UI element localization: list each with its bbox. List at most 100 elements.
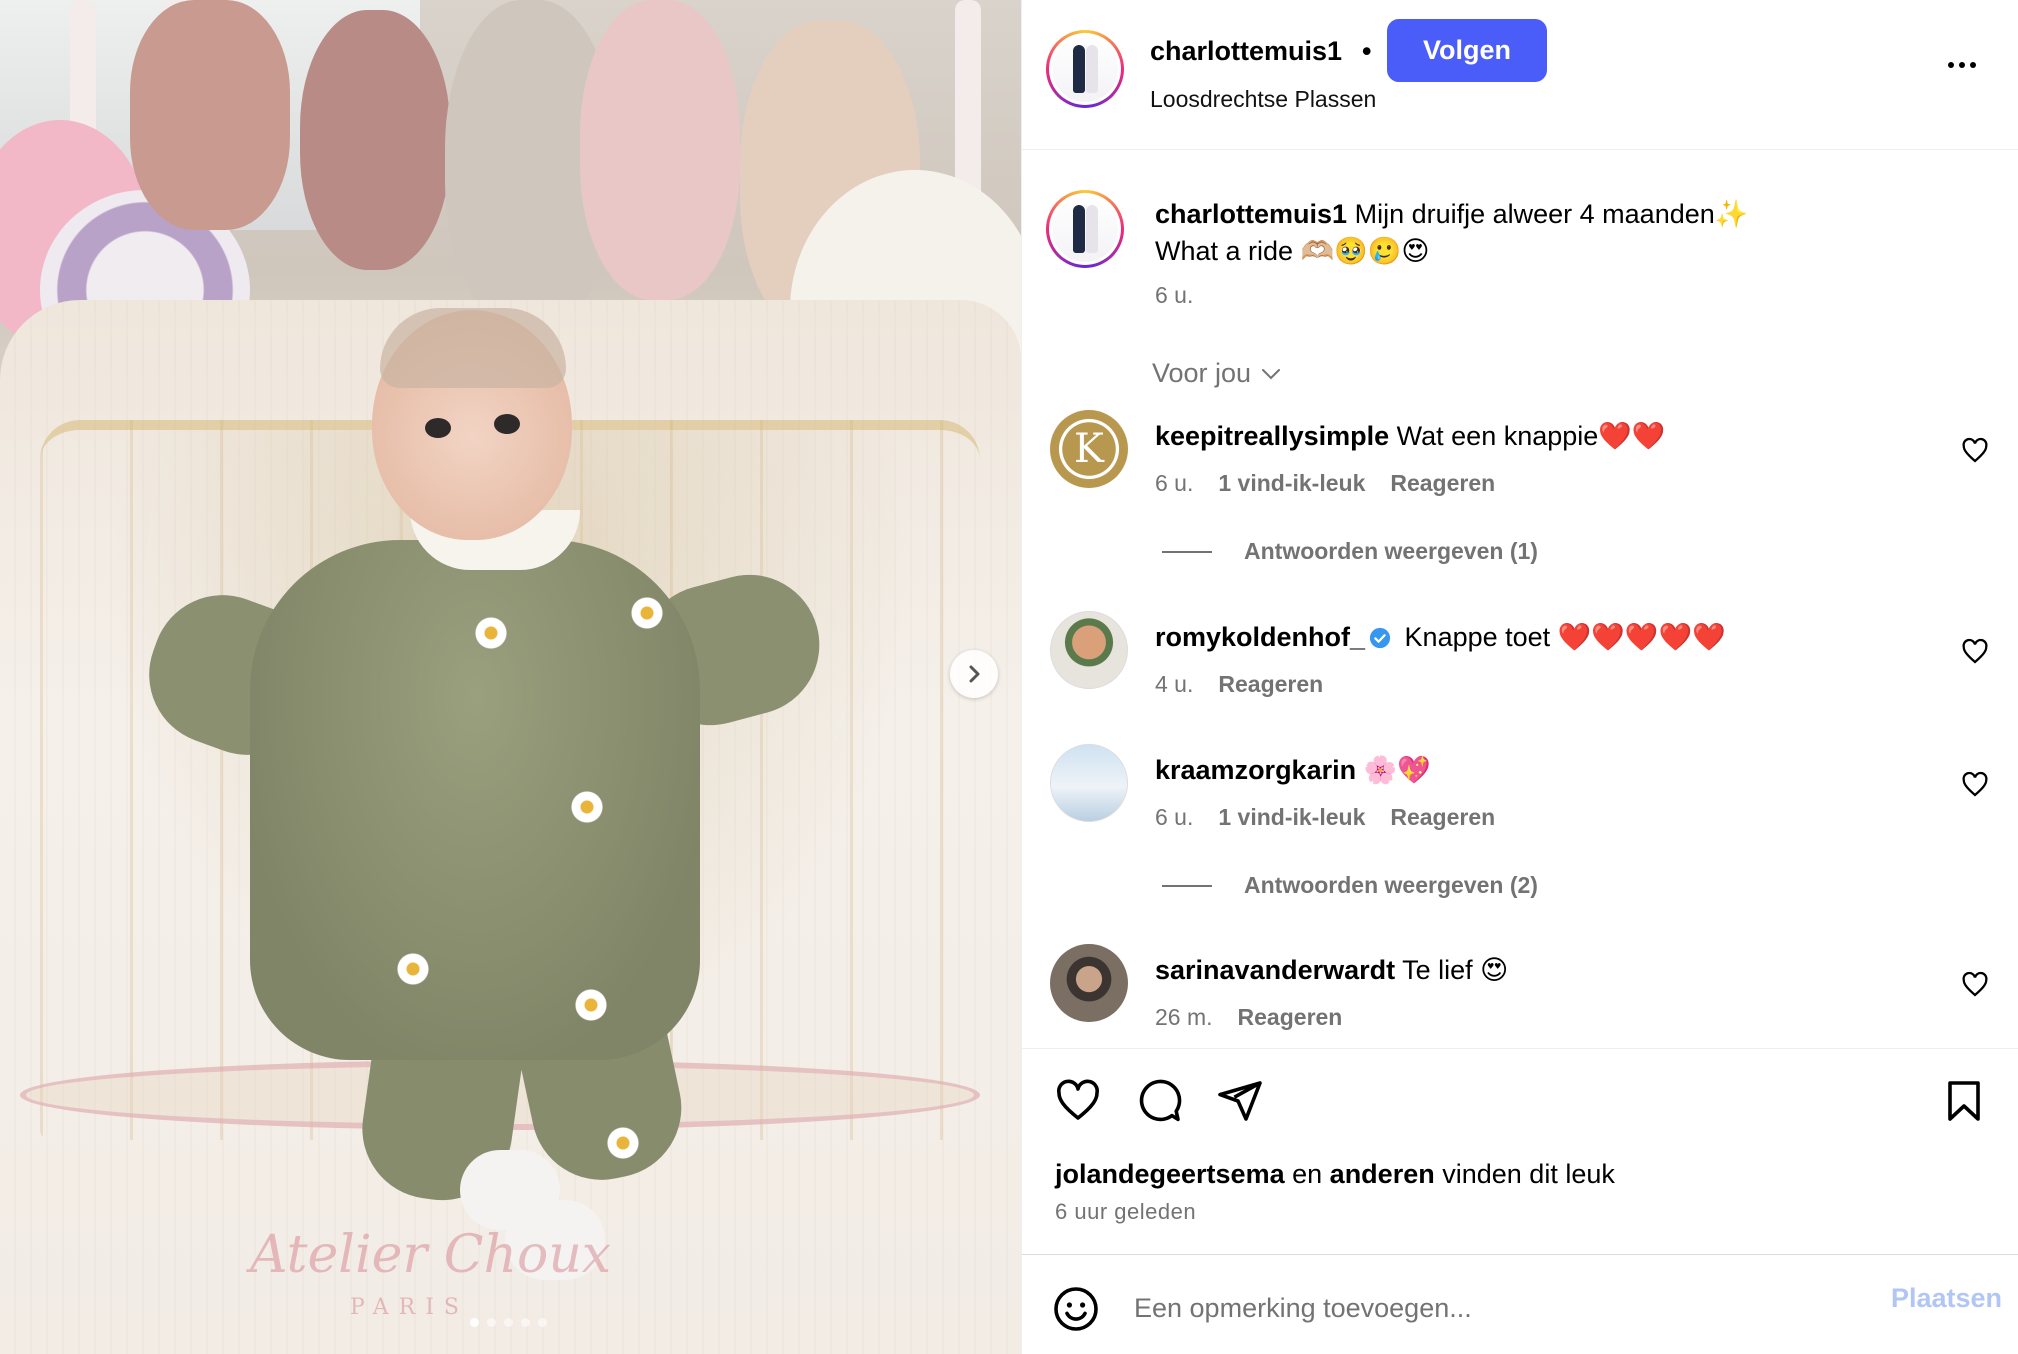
next-slide-button[interactable] xyxy=(950,650,998,698)
likes-suffix: vinden dit leuk xyxy=(1442,1159,1615,1189)
view-replies-button[interactable]: Antwoorden weergeven (2) xyxy=(1162,872,1538,899)
view-replies-label: Antwoorden weergeven (2) xyxy=(1244,872,1538,898)
commenter-avatar[interactable]: K xyxy=(1050,410,1128,488)
blanket-logo-sub: PARIS xyxy=(350,1295,469,1320)
daisy-embroidery xyxy=(396,952,430,986)
comment-body: sarinavanderwardt Te lief 😍 xyxy=(1155,952,1508,989)
comment-input[interactable] xyxy=(1134,1283,1834,1333)
verified-icon xyxy=(1369,627,1391,649)
comments-section[interactable]: charlottemuis1 Mijn druifje alweer 4 maa… xyxy=(1022,150,2018,1048)
comment-time: 4 u. xyxy=(1155,671,1194,697)
comment-time: 6 u. xyxy=(1155,804,1194,830)
heart-icon[interactable] xyxy=(1960,770,1990,800)
comment-text: Knappe toet ❤️❤️❤️❤️❤️ xyxy=(1404,622,1726,652)
comment-time: 6 u. xyxy=(1155,470,1194,496)
comment-icon[interactable] xyxy=(1135,1077,1183,1125)
comment-text: 🌸💖 xyxy=(1363,755,1431,785)
sort-label: Voor jou xyxy=(1152,358,1252,388)
carousel-dot xyxy=(521,1318,530,1327)
commenter-username[interactable]: sarinavanderwardt xyxy=(1155,955,1395,985)
baby-eye xyxy=(494,414,520,434)
likes-others-link[interactable]: anderen xyxy=(1330,1159,1435,1189)
post-header: charlottemuis1 • Volgen Loosdrechtse Pla… xyxy=(1022,0,2018,150)
heart-icon[interactable] xyxy=(1054,1077,1102,1125)
avatar-figure xyxy=(1086,205,1099,253)
comment-text: Wat een knappie❤️❤️ xyxy=(1396,421,1666,451)
liker-username[interactable]: jolandegeertsema xyxy=(1055,1159,1285,1189)
replies-divider xyxy=(1162,550,1212,553)
reply-button[interactable]: Reageren xyxy=(1218,671,1323,698)
avatar-figure xyxy=(1073,45,1085,93)
caption-text: charlottemuis1 Mijn druifje alweer 4 maa… xyxy=(1155,196,1955,270)
add-comment-bar: Plaatsen xyxy=(1022,1254,2018,1354)
caption-timestamp: 6 u. xyxy=(1155,282,1194,308)
comment-meta: 26 m. Reageren xyxy=(1155,1004,1342,1031)
blanket-logo: Atelier Choux xyxy=(250,1225,612,1285)
share-icon[interactable] xyxy=(1216,1077,1264,1125)
baby-hair xyxy=(380,308,566,388)
heart-icon[interactable] xyxy=(1960,970,1990,1000)
chevron-down-icon xyxy=(1262,368,1281,379)
next-chevron-icon xyxy=(969,665,980,683)
commenter-username[interactable]: romykoldenhof_ xyxy=(1155,622,1365,652)
reply-button[interactable]: Reageren xyxy=(1390,804,1495,831)
plush-llama xyxy=(130,0,290,230)
emoji-icon[interactable] xyxy=(1052,1285,1100,1333)
baby-eye xyxy=(425,418,451,438)
caption-username[interactable]: charlottemuis1 xyxy=(1155,199,1347,229)
post-timestamp[interactable]: 6 uur geleden xyxy=(1055,1199,1196,1225)
view-replies-button[interactable]: Antwoorden weergeven (1) xyxy=(1162,538,1538,565)
post-media[interactable]: Atelier Choux PARIS xyxy=(0,0,1021,1354)
avatar-figure xyxy=(1086,45,1099,93)
post-actions: jolandegeertsema en anderen vinden dit l… xyxy=(1022,1048,2018,1254)
carousel-indicator xyxy=(470,1318,547,1327)
comment-time: 26 m. xyxy=(1155,1004,1213,1030)
reply-button[interactable]: Reageren xyxy=(1238,1004,1343,1031)
carousel-dot xyxy=(538,1318,547,1327)
comment-likes[interactable]: 1 vind-ik-leuk xyxy=(1218,470,1365,497)
commenter-avatar[interactable] xyxy=(1050,611,1128,689)
post-panel: charlottemuis1 • Volgen Loosdrechtse Pla… xyxy=(1021,0,2018,1354)
comment-body: keepitreallysimple Wat een knappie❤️❤️ xyxy=(1155,418,1666,455)
owner-avatar[interactable] xyxy=(1046,30,1124,108)
commenter-username[interactable]: keepitreallysimple xyxy=(1155,421,1389,451)
carousel-dot xyxy=(470,1318,479,1327)
heart-icon[interactable] xyxy=(1960,637,1990,667)
heart-icon[interactable] xyxy=(1960,436,1990,466)
comment-meta: 4 u. Reageren xyxy=(1155,671,1323,698)
commenter-username[interactable]: kraamzorgkarin xyxy=(1155,755,1356,785)
daisy-embroidery xyxy=(630,596,664,630)
caption-line1: Mijn druifje alweer 4 maanden✨ xyxy=(1354,199,1749,229)
carousel-dot xyxy=(504,1318,513,1327)
post-comment-button[interactable]: Plaatsen xyxy=(1852,1283,2002,1314)
commenter-avatar[interactable] xyxy=(1050,944,1128,1022)
comment-meta: 6 u. 1 vind-ik-leuk Reageren xyxy=(1155,804,1495,831)
location-link[interactable]: Loosdrechtse Plassen xyxy=(1150,86,1376,113)
more-icon[interactable] xyxy=(1942,55,1982,75)
view-replies-label: Antwoorden weergeven (1) xyxy=(1244,538,1538,564)
caption-avatar[interactable] xyxy=(1046,190,1124,268)
likes-summary: jolandegeertsema en anderen vinden dit l… xyxy=(1055,1159,1615,1190)
owner-username[interactable]: charlottemuis1 xyxy=(1150,36,1342,67)
comment-meta: 6 u. 1 vind-ik-leuk Reageren xyxy=(1155,470,1495,497)
sort-dropdown[interactable]: Voor jou xyxy=(1152,358,1283,389)
comment-text: Te lief 😍 xyxy=(1402,955,1509,985)
avatar-figure xyxy=(1073,205,1085,253)
doll xyxy=(580,0,740,300)
daisy-embroidery xyxy=(570,790,604,824)
commenter-avatar[interactable] xyxy=(1050,744,1128,822)
doll xyxy=(300,10,450,270)
comment-body: romykoldenhof_ Knappe toet ❤️❤️❤️❤️❤️ xyxy=(1155,619,1726,656)
reply-button[interactable]: Reageren xyxy=(1390,470,1495,497)
daisy-embroidery xyxy=(474,616,508,650)
separator: • xyxy=(1362,36,1372,66)
likes-and: en xyxy=(1292,1159,1323,1189)
daisy-embroidery xyxy=(574,988,608,1022)
daisy-embroidery xyxy=(606,1126,640,1160)
carousel-dot xyxy=(487,1318,496,1327)
caption-line2: What a ride 🫶🏼🥹🥲😍 xyxy=(1155,236,1430,266)
comment-body: kraamzorgkarin 🌸💖 xyxy=(1155,752,1431,789)
comment-likes[interactable]: 1 vind-ik-leuk xyxy=(1218,804,1365,831)
bookmark-icon[interactable] xyxy=(1940,1077,1988,1125)
follow-button[interactable]: Volgen xyxy=(1387,19,1547,82)
